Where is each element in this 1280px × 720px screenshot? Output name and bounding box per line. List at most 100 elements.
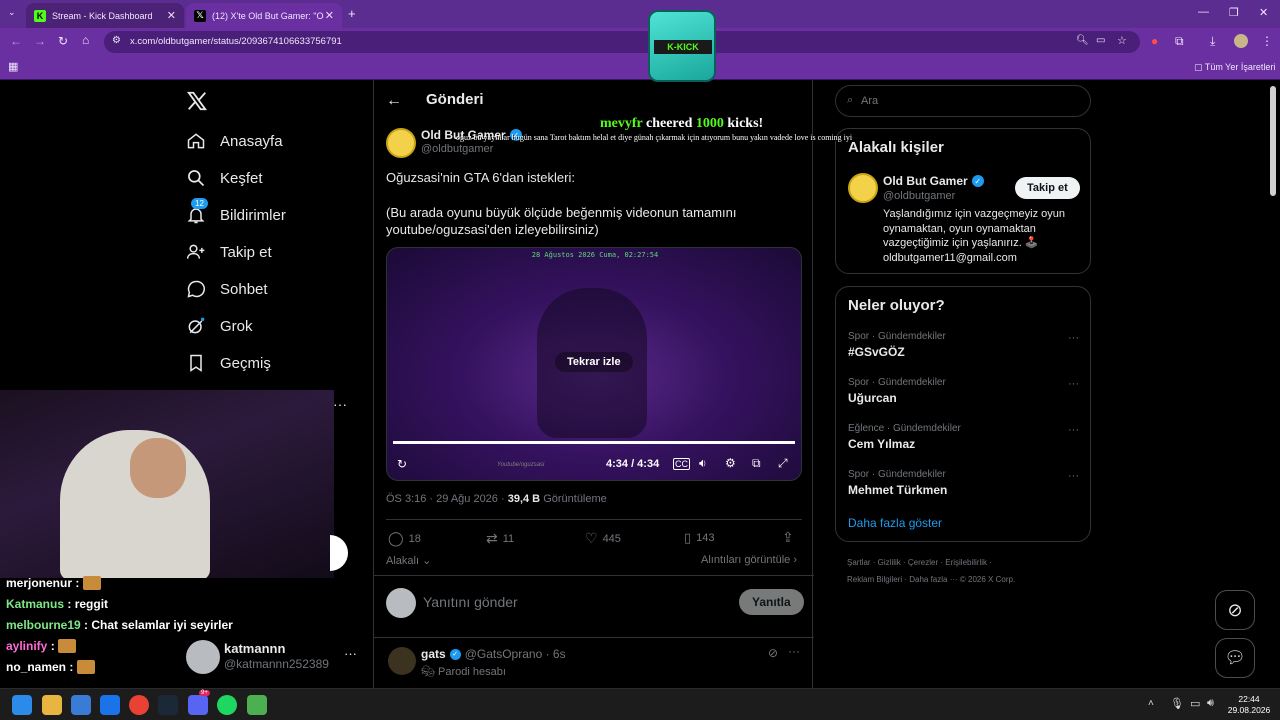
- view-quotes-link[interactable]: Alıntıları görüntüle ›: [701, 554, 797, 566]
- pip-icon[interactable]: ⧉: [752, 456, 761, 471]
- trend-more-icon[interactable]: ···: [1068, 470, 1079, 482]
- post-text-line2: (Bu arada oyunu büyük ölçüde beğenmiş vi…: [386, 205, 737, 237]
- steam-icon[interactable]: [158, 695, 178, 715]
- trend-topic[interactable]: Cem Yılmaz: [848, 437, 915, 451]
- trend-topic[interactable]: #GSvGÖZ: [848, 345, 905, 359]
- address-bar[interactable]: ⚙ x.com/oldbutgamer/status/2093674106633…: [104, 31, 1140, 53]
- tab-kick-dashboard[interactable]: K Stream - Kick Dashboard ✕: [26, 3, 184, 28]
- tab-title: Stream - Kick Dashboard: [52, 10, 153, 21]
- share-icon[interactable]: ⇪: [782, 529, 794, 546]
- search-box[interactable]: ⌕ Ara: [835, 85, 1091, 117]
- store-icon[interactable]: [71, 695, 91, 715]
- nav-bookmarks[interactable]: Geçmiş: [186, 348, 271, 378]
- volume-icon[interactable]: 🔉︎: [699, 456, 707, 471]
- nav-label: Geçmiş: [220, 354, 271, 372]
- outlook-icon[interactable]: [100, 695, 120, 715]
- chrome-icon[interactable]: [129, 695, 149, 715]
- footer-links-2[interactable]: Reklam Bilgileri · Daha fazla ··· © 2026…: [847, 575, 1015, 584]
- nav-chat[interactable]: Sohbet: [186, 274, 268, 304]
- back-icon[interactable]: ←: [10, 34, 22, 48]
- download-icon[interactable]: ⤓: [1210, 34, 1215, 49]
- tab-x-post[interactable]: 𝕏 (12) X'te Old But Gamer: "Oğuz ✕: [186, 3, 342, 28]
- nav-explore[interactable]: Keşfet: [186, 163, 263, 193]
- mic-icon[interactable]: 🎙︎: [1170, 697, 1184, 710]
- zoom-icon[interactable]: 🔍︎: [1076, 35, 1089, 46]
- grok-float-button[interactable]: ⊘: [1215, 590, 1255, 630]
- show-more-link[interactable]: Daha fazla göster: [848, 516, 942, 530]
- clock[interactable]: 22:44 29.08.2026: [1224, 694, 1274, 716]
- messages-float-button[interactable]: 💬︎: [1215, 638, 1255, 678]
- related-name-row[interactable]: Old But Gamer ✓: [883, 174, 984, 188]
- speaker-icon[interactable]: 🔊︎: [1207, 697, 1214, 710]
- replay-button[interactable]: Tekrar izle: [555, 352, 633, 372]
- trend-topic[interactable]: Mehmet Türkmen: [848, 483, 947, 497]
- relevant-dropdown[interactable]: Alakalı ⌄: [386, 554, 431, 567]
- like-stat[interactable]: ♡ 445: [585, 530, 621, 547]
- browser-menu-icon[interactable]: ⋮: [1261, 34, 1273, 48]
- reload-icon[interactable]: ↻: [58, 34, 68, 48]
- search-input[interactable]: Ara: [861, 95, 878, 107]
- nav-home[interactable]: Anasayfa: [186, 126, 283, 156]
- extension-red-icon[interactable]: ●: [1151, 34, 1158, 48]
- reply-stat[interactable]: ◯ 18: [388, 530, 421, 547]
- scrollbar-thumb[interactable]: [1270, 86, 1276, 196]
- maximize-icon[interactable]: ❐: [1229, 6, 1239, 19]
- nav-more-icon[interactable]: ···: [333, 396, 347, 412]
- trend-more-icon[interactable]: ···: [1068, 378, 1079, 390]
- new-tab-button[interactable]: +: [348, 6, 356, 21]
- tab-search-icon[interactable]: ⌄: [8, 7, 16, 18]
- windows-start-icon[interactable]: [12, 695, 32, 715]
- reply-more-icon[interactable]: ···: [788, 644, 800, 658]
- app-icon[interactable]: [247, 695, 267, 715]
- nav-follow[interactable]: Takip et: [186, 237, 272, 267]
- nav-notifications[interactable]: 12 Bildirimler: [186, 198, 286, 230]
- close-window-icon[interactable]: ✕: [1259, 6, 1268, 19]
- fullscreen-icon[interactable]: ⤢: [778, 456, 788, 471]
- video-progress-track[interactable]: [393, 441, 795, 444]
- star-icon[interactable]: ☆: [1117, 34, 1127, 47]
- reply-avatar[interactable]: [388, 647, 416, 675]
- minimize-icon[interactable]: —: [1198, 6, 1209, 18]
- account-avatar[interactable]: [186, 640, 220, 674]
- reply-button[interactable]: Yanıtla: [739, 589, 804, 615]
- repost-stat[interactable]: ⇄ 11: [486, 530, 514, 547]
- discord-icon[interactable]: 9+: [188, 690, 210, 715]
- tray-chevron-icon[interactable]: ˄: [1148, 698, 1154, 709]
- footer-links-1[interactable]: Şartlar · Gizlilik · Çerezler · Erişileb…: [847, 558, 992, 567]
- profile-avatar[interactable]: [1234, 34, 1248, 48]
- spotify-icon[interactable]: [217, 695, 237, 715]
- close-tab-icon[interactable]: ✕: [167, 9, 176, 22]
- x-page: Anasayfa Keşfet 12 Bildirimler Takip et …: [0, 80, 1280, 688]
- author-avatar[interactable]: [386, 128, 416, 158]
- apps-grid-icon[interactable]: ▦: [8, 60, 18, 73]
- site-info-icon[interactable]: ⚙: [112, 35, 121, 46]
- account-more-icon[interactable]: ···: [344, 646, 357, 661]
- cast-icon[interactable]: ▭: [1096, 35, 1105, 46]
- author-handle: @oldbutgamer: [421, 143, 494, 155]
- network-icon[interactable]: ▭: [1190, 697, 1200, 710]
- extensions-icon[interactable]: ⧉: [1175, 34, 1184, 49]
- x-logo-icon[interactable]: [186, 90, 208, 112]
- nav-grok[interactable]: Grok: [186, 311, 253, 341]
- trend-more-icon[interactable]: ···: [1068, 424, 1079, 436]
- bookmark-stat[interactable]: ▯ 143: [684, 530, 715, 546]
- replay-icon[interactable]: ↻: [397, 457, 407, 471]
- cheer-user: mevyfr: [600, 116, 643, 131]
- close-tab-icon[interactable]: ✕: [325, 9, 334, 22]
- trend-topic[interactable]: Uğurcan: [848, 391, 897, 405]
- related-avatar[interactable]: [848, 173, 878, 203]
- grok-explain-icon[interactable]: ⊘: [768, 646, 778, 660]
- forward-icon[interactable]: →: [34, 34, 46, 48]
- grok-icon: ⊘: [1227, 599, 1243, 620]
- trend-more-icon[interactable]: ···: [1068, 332, 1079, 344]
- captions-icon[interactable]: CC: [673, 458, 690, 470]
- video-player[interactable]: 28 Ağustos 2026 Cuma, 02:27:54 Tekrar iz…: [386, 247, 802, 481]
- all-bookmarks[interactable]: ▢ Tüm Yer İşaretleri: [1194, 62, 1275, 73]
- file-explorer-icon[interactable]: [42, 695, 62, 715]
- follow-button[interactable]: Takip et: [1015, 177, 1080, 199]
- settings-icon[interactable]: ⚙: [725, 456, 736, 470]
- reply-input[interactable]: Yanıtını gönder: [423, 594, 518, 610]
- home-browser-icon[interactable]: ⌂: [82, 33, 89, 47]
- reply-author-row[interactable]: gats ✓ @GatsOprano · 6s: [421, 647, 566, 661]
- back-arrow-icon[interactable]: ←: [386, 92, 402, 110]
